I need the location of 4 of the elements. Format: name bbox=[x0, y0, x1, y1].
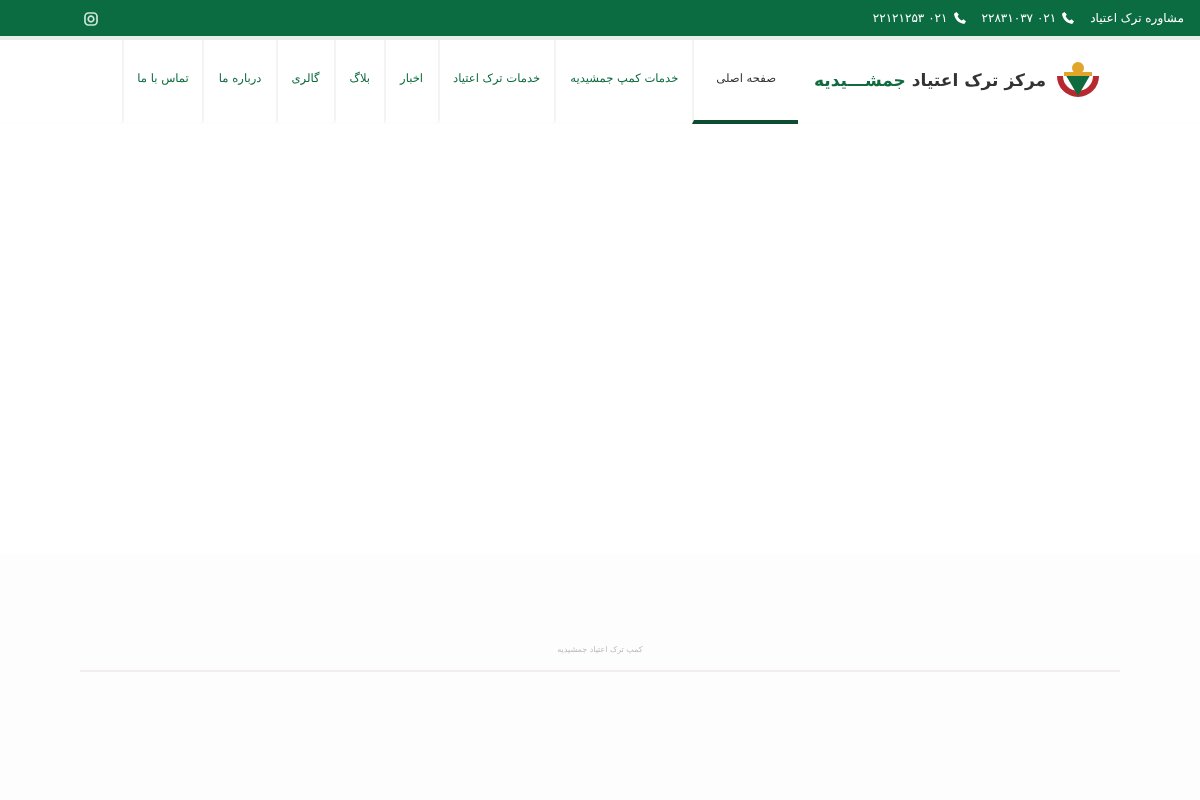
phone-icon bbox=[953, 12, 966, 24]
site-title[interactable]: مرکز ترک اعتیاد جمشـــیدیه bbox=[814, 72, 1046, 92]
phone-icon bbox=[1062, 12, 1075, 24]
instagram-icon[interactable] bbox=[84, 11, 98, 25]
